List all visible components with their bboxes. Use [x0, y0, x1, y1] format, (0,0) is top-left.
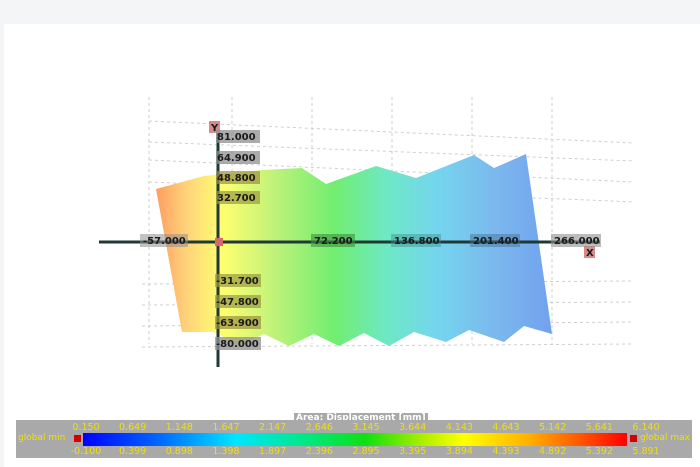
legend-value: 0.150 [72, 422, 100, 433]
displacement-plot[interactable]: Y X -57.000 72.200 136.800 201.400 266.0… [4, 24, 700, 467]
legend-value: 5.392 [585, 446, 613, 457]
global-max-label: global max [640, 433, 690, 443]
legend-top-values: 0.150 0.649 1.148 1.647 2.147 2.646 3.14… [72, 422, 659, 433]
legend-value: 0.898 [165, 446, 193, 457]
global-max-marker [630, 435, 637, 442]
legend-value: 5.891 [632, 446, 660, 457]
origin-marker [215, 238, 223, 246]
x-tick-label: 201.400 [473, 236, 519, 247]
y-tick-label: -63.900 [216, 318, 259, 329]
legend-value: 3.894 [445, 446, 473, 457]
y-tick-label: 32.700 [217, 193, 256, 204]
legend-value: 2.147 [259, 422, 287, 433]
legend-value: -0.100 [70, 446, 102, 457]
x-tick-label: 72.200 [314, 236, 353, 247]
y-tick-label: -80.000 [216, 339, 259, 350]
y-tick-label: -31.700 [216, 276, 259, 287]
legend-bottom-values: -0.100 0.399 0.898 1.398 1.897 2.396 2.8… [71, 446, 660, 457]
x-tick-label: -57.000 [143, 236, 186, 247]
y-tick-label: 48.800 [217, 173, 256, 184]
legend-value: 4.643 [492, 422, 520, 433]
legend-value: 2.646 [305, 422, 333, 433]
legend-value: 2.895 [352, 446, 380, 457]
global-min-marker [74, 435, 81, 442]
legend-value: 2.396 [305, 446, 333, 457]
y-tick-labels-positive: 81.000 64.900 48.800 32.700 [216, 130, 260, 204]
legend-value: 3.145 [352, 422, 380, 433]
3d-viewport[interactable]: Y X -57.000 72.200 136.800 201.400 266.0… [4, 24, 700, 467]
legend-value: 0.649 [119, 422, 147, 433]
x-tick-label: 136.800 [394, 236, 440, 247]
color-scale-bar [83, 433, 627, 446]
global-min-label: global min [18, 433, 66, 443]
legend-value: 1.647 [212, 422, 240, 433]
color-legend: 0.150 0.649 1.148 1.647 2.147 2.646 3.14… [16, 420, 692, 458]
x-tick-label: 266.000 [554, 236, 600, 247]
legend-value: 5.641 [585, 422, 613, 433]
legend-value: 5.142 [539, 422, 567, 433]
svg-text:X: X [586, 248, 594, 259]
y-tick-label: -47.800 [216, 297, 259, 308]
legend-value: 0.399 [119, 446, 147, 457]
legend-value: 1.148 [165, 422, 193, 433]
y-tick-label: 81.000 [217, 132, 256, 143]
legend-value: 4.143 [445, 422, 473, 433]
y-tick-label: 64.900 [217, 153, 256, 164]
legend-value: 1.897 [259, 446, 287, 457]
legend-value: 3.644 [399, 422, 427, 433]
legend-value: 4.393 [492, 446, 520, 457]
legend-value: 4.892 [539, 446, 567, 457]
legend-value: 3.395 [399, 446, 427, 457]
legend-value: 1.398 [212, 446, 240, 457]
x-axis-label: X [584, 246, 595, 259]
